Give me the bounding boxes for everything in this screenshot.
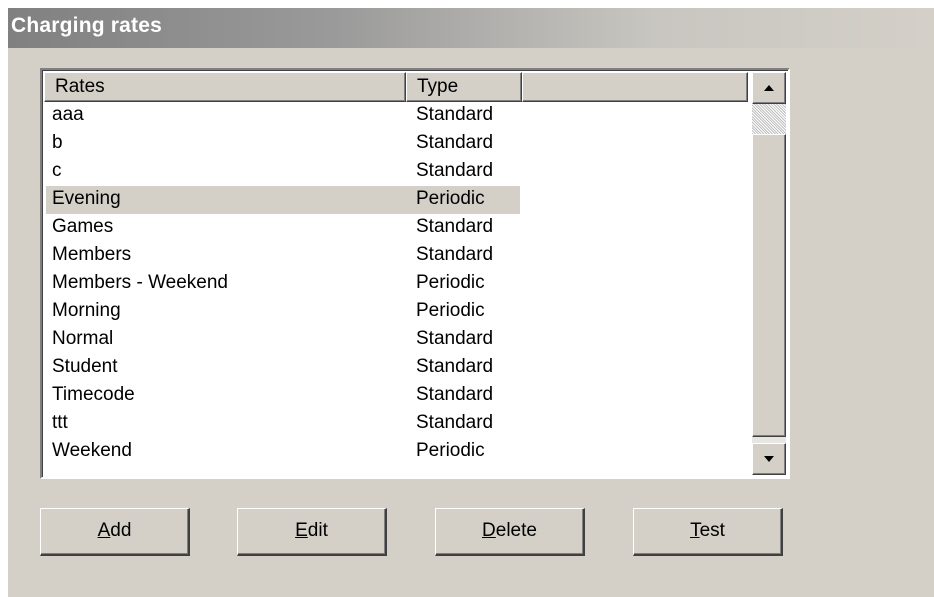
- list-item[interactable]: b Standard: [44, 130, 748, 158]
- list-item[interactable]: Timecode Standard: [44, 382, 748, 410]
- edit-button[interactable]: Edit: [237, 508, 387, 556]
- rate-name: b: [52, 132, 63, 153]
- charging-rates-window: Charging rates Rates Type aaa Standard b S…: [8, 8, 934, 597]
- delete-label: elete: [495, 520, 537, 541]
- rate-name: Members: [52, 244, 132, 265]
- list-item[interactable]: aaa Standard: [44, 102, 748, 130]
- rate-name: aaa: [52, 104, 84, 125]
- delete-mnemonic: D: [482, 520, 496, 541]
- scroll-track[interactable]: [752, 104, 786, 134]
- list-item[interactable]: c Standard: [44, 158, 748, 186]
- scroll-thumb[interactable]: [752, 134, 786, 437]
- title-bar: Charging rates: [8, 8, 934, 48]
- rate-name: Normal: [52, 328, 114, 349]
- list-item[interactable]: Morning Periodic: [44, 298, 748, 326]
- rate-name: Morning: [52, 300, 121, 321]
- rate-type: Standard: [416, 328, 494, 349]
- column-header-rates[interactable]: Rates: [44, 72, 406, 102]
- scroll-down-button[interactable]: [752, 443, 786, 475]
- rate-type: Standard: [416, 384, 494, 405]
- list-item[interactable]: Members Standard: [44, 242, 748, 270]
- vertical-scrollbar[interactable]: [752, 72, 786, 475]
- rate-name: Weekend: [52, 440, 132, 461]
- rate-type: Standard: [416, 216, 494, 237]
- rate-name: c: [52, 160, 62, 181]
- list-item[interactable]: Weekend Periodic: [44, 438, 748, 466]
- edit-label: dit: [307, 520, 328, 541]
- rate-type: Periodic: [416, 188, 485, 209]
- rate-type: Standard: [416, 244, 494, 265]
- rate-type: Standard: [416, 356, 494, 377]
- scroll-up-button[interactable]: [752, 72, 786, 104]
- rate-type: Standard: [416, 132, 494, 153]
- add-mnemonic: A: [97, 520, 111, 541]
- column-header-type[interactable]: Type: [406, 72, 522, 102]
- add-label: dd: [110, 520, 132, 541]
- rate-name: Members - Weekend: [52, 272, 228, 293]
- list-rows: aaa Standard b Standard c Standard Evening P…: [44, 102, 748, 466]
- list-item[interactable]: Normal Standard: [44, 326, 748, 354]
- rate-type: Periodic: [416, 272, 485, 293]
- rate-type: Standard: [416, 104, 494, 125]
- test-mnemonic: T: [690, 520, 700, 541]
- list-item[interactable]: Student Standard: [44, 354, 748, 382]
- rate-name: ttt: [52, 412, 68, 433]
- test-label: est: [699, 520, 725, 541]
- delete-button[interactable]: Delete: [435, 508, 585, 556]
- test-button[interactable]: Test: [633, 508, 783, 556]
- list-item-selected[interactable]: Evening Periodic: [44, 186, 748, 214]
- window-title: Charging rates: [11, 14, 162, 37]
- list-header: Rates Type: [44, 72, 748, 102]
- rate-type: Periodic: [416, 440, 485, 461]
- rate-name: Evening: [52, 188, 121, 209]
- rate-name: Games: [52, 216, 114, 237]
- rate-type: Standard: [416, 412, 494, 433]
- edit-mnemonic: E: [295, 520, 308, 541]
- rates-list[interactable]: Rates Type aaa Standard b Standard c Standa…: [40, 68, 790, 479]
- rate-type: Standard: [416, 160, 494, 181]
- list-item[interactable]: Games Standard: [44, 214, 748, 242]
- add-button[interactable]: Add: [40, 508, 190, 556]
- list-item[interactable]: Members - Weekend Periodic: [44, 270, 748, 298]
- rate-name: Timecode: [52, 384, 135, 405]
- arrow-down-icon: [764, 456, 774, 462]
- arrow-up-icon: [764, 85, 774, 91]
- rate-name: Student: [52, 356, 118, 377]
- column-header-empty[interactable]: [522, 72, 748, 102]
- list-item[interactable]: ttt Standard: [44, 410, 748, 438]
- rate-type: Periodic: [416, 300, 485, 321]
